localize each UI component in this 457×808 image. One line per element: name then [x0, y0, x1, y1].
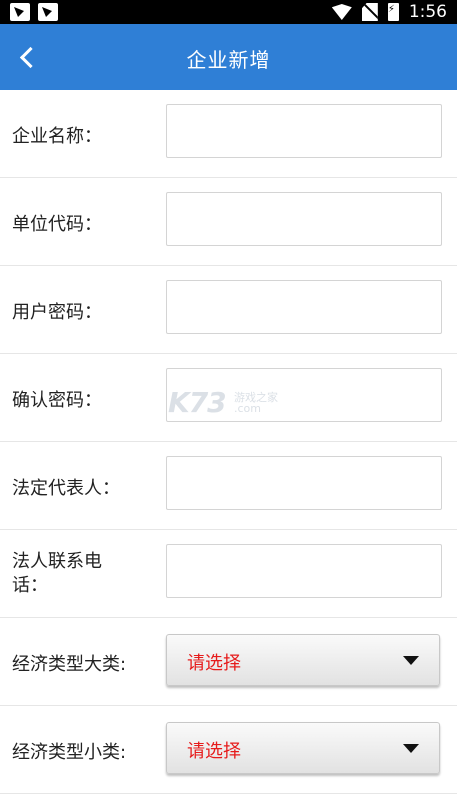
legal-representative-input[interactable] — [166, 456, 442, 510]
unit-code-input[interactable] — [166, 192, 442, 246]
title-bar: 企业新增 — [0, 24, 457, 90]
form-row-user-password: 用户密码： — [0, 266, 457, 354]
page-title: 企业新增 — [186, 48, 271, 72]
dropdown-caret-icon — [403, 744, 419, 753]
form-row-econ-minor: 经济类型小类: 请选择 — [0, 706, 457, 794]
form-row-econ-major: 经济类型大类: 请选择 — [0, 618, 457, 706]
econ-minor-label: 经济类型小类: — [12, 742, 127, 763]
company-name-label: 企业名称： — [12, 126, 102, 147]
company-name-input[interactable] — [166, 104, 442, 158]
status-bar: 1:56 — [0, 0, 457, 24]
wifi-icon — [331, 4, 352, 20]
no-sim-icon — [361, 3, 378, 21]
form-row-legal-phone: 法人联系电 话： — [0, 530, 457, 618]
legal-phone-input[interactable] — [166, 544, 442, 598]
econ-major-selected: 请选择 — [187, 653, 241, 674]
legal-phone-label-line1: 法人联系电 — [12, 551, 102, 572]
form-row-company-name: 企业名称： — [0, 90, 457, 178]
user-password-label: 用户密码： — [12, 302, 102, 323]
status-left-icons — [10, 3, 58, 21]
econ-minor-selected: 请选择 — [187, 741, 241, 762]
status-time: 1:56 — [408, 2, 447, 22]
form-row-legal-representative: 法定代表人： — [0, 442, 457, 530]
legal-phone-label: 法人联系电 话： — [12, 550, 132, 598]
econ-major-select[interactable]: 请选择 — [166, 634, 440, 686]
battery-charging-icon — [387, 3, 399, 21]
econ-minor-select[interactable]: 请选择 — [166, 722, 440, 774]
watermark: K73 游戏之家 .com — [168, 386, 298, 420]
notification-icon — [10, 3, 30, 21]
status-right: 1:56 — [331, 2, 447, 22]
dropdown-caret-icon — [403, 656, 419, 665]
user-password-input[interactable] — [166, 280, 442, 334]
watermark-line2: .com — [234, 402, 261, 415]
legal-phone-label-line2: 话： — [12, 575, 48, 596]
confirm-password-label: 确认密码： — [12, 390, 102, 411]
watermark-logo: K73 — [168, 386, 227, 419]
legal-representative-label: 法定代表人： — [12, 478, 120, 499]
form-row-unit-code: 单位代码： — [0, 178, 457, 266]
econ-major-label: 经济类型大类: — [12, 654, 127, 675]
unit-code-label: 单位代码： — [12, 214, 102, 235]
company-form: 企业名称： 单位代码： 用户密码： 确认密码： 法定代表人： 法人联系电 话： … — [0, 90, 457, 794]
notification-icon — [38, 3, 58, 21]
